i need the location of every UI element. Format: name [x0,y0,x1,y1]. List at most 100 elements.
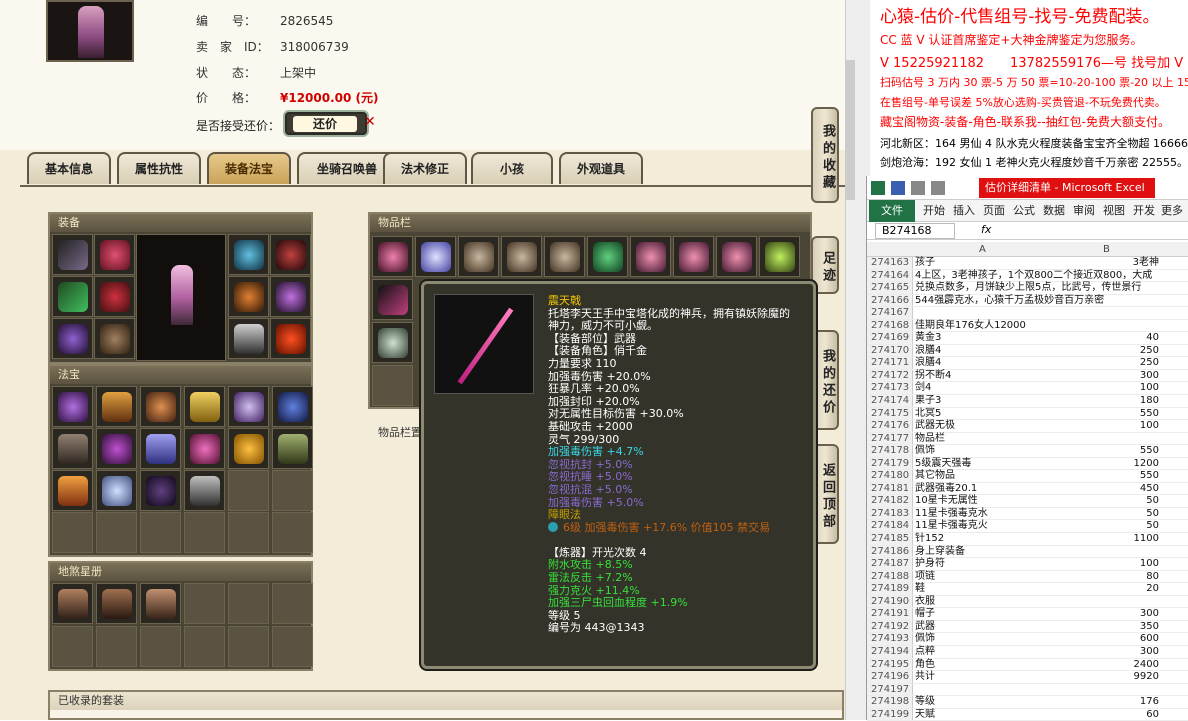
equip-slot[interactable] [52,318,93,359]
row-number[interactable]: 274186 [867,545,913,558]
tab-spell-correction[interactable]: 法术修正 [383,152,467,184]
ribbon-tab-home[interactable]: 开始 [923,200,945,222]
row-number[interactable]: 274188 [867,570,913,583]
row-number[interactable]: 274190 [867,595,913,608]
row-number[interactable]: 274170 [867,344,913,357]
row-number[interactable]: 274165 [867,282,913,294]
cell-b[interactable]: 9920 [1053,671,1159,684]
cell-b[interactable]: 50 [1053,520,1159,533]
row-number[interactable]: 274177 [867,432,913,445]
equip-slot[interactable] [228,318,269,359]
ribbon-tab-developer[interactable]: 开发 [1133,200,1155,222]
row-number[interactable]: 274192 [867,620,913,633]
cell-b[interactable]: 50 [1053,495,1159,508]
file-tab[interactable]: 文件 [869,200,915,222]
row-number[interactable]: 274194 [867,645,913,658]
equip-slot[interactable] [94,234,135,275]
row-number[interactable]: 274176 [867,420,913,432]
tab-mounts-pets[interactable]: 坐骑召唤兽 [297,152,397,184]
scrollbar[interactable] [845,60,855,200]
cell-b[interactable]: 1200 [1053,458,1159,471]
cell-a[interactable]: 佳期良年176女人12000 [915,320,1115,333]
cell-b[interactable]: 20 [1053,583,1159,596]
equip-slot[interactable] [52,276,93,317]
row-number[interactable]: 274172 [867,369,913,382]
cell-b[interactable]: 176 [1053,696,1159,709]
row-number[interactable]: 274179 [867,457,913,470]
row-number[interactable]: 274199 [867,708,913,721]
row-number[interactable]: 274195 [867,658,913,671]
cell-b[interactable]: 300 [1053,646,1159,659]
name-box[interactable]: B274168 [875,223,955,239]
tab-attributes[interactable]: 属性抗性 [117,152,201,184]
cell-b[interactable]: 100 [1053,558,1159,571]
treasure-slot[interactable] [184,428,225,469]
inventory-slot[interactable] [673,236,714,277]
inventory-slot[interactable] [630,236,671,277]
row-number[interactable]: 274187 [867,558,913,570]
treasure-slot[interactable] [272,386,313,427]
treasure-slot[interactable] [96,428,137,469]
my-favorites-button[interactable]: 我的收藏 [811,107,839,203]
cell-a[interactable]: 衣服 [915,596,1115,609]
cell-b[interactable]: 180 [1053,395,1159,408]
row-number[interactable]: 274167 [867,307,913,319]
row-number[interactable]: 274174 [867,395,913,407]
tab-child[interactable]: 小孩 [471,152,553,184]
cell-b[interactable]: 300 [1053,370,1159,383]
equip-slot[interactable] [228,234,269,275]
treasure-slot[interactable] [228,386,269,427]
cell-b[interactable]: 250 [1053,345,1159,358]
equip-slot[interactable] [270,276,311,317]
beast-slot[interactable] [140,583,181,624]
row-number[interactable]: 274169 [867,332,913,344]
inventory-slot[interactable] [372,322,413,363]
cell-a[interactable]: 544强霹克水，心猿千万孟极妙音百万亲密 [915,295,1115,308]
row-number[interactable]: 274168 [867,319,913,332]
row-number[interactable]: 274166 [867,294,913,307]
inventory-slot[interactable] [458,236,499,277]
cell-b[interactable]: 550 [1053,470,1159,483]
row-number[interactable]: 274183 [867,507,913,520]
row-number[interactable]: 274196 [867,671,913,683]
beast-slot[interactable] [96,583,137,624]
ribbon-tab-more[interactable]: 更多 [1161,200,1183,222]
equip-slot[interactable] [94,318,135,359]
ribbon-tab-page[interactable]: 页面 [983,200,1005,222]
equip-slot[interactable] [270,234,311,275]
row-number[interactable]: 274181 [867,482,913,495]
equip-slot[interactable] [270,318,311,359]
inventory-slot[interactable] [415,236,456,277]
row-number[interactable]: 274191 [867,608,913,620]
equip-slot[interactable] [94,276,135,317]
treasure-slot[interactable] [140,470,181,511]
row-number[interactable]: 274198 [867,696,913,708]
row-number[interactable]: 274173 [867,382,913,395]
treasure-slot[interactable] [96,386,137,427]
save-icon[interactable] [891,181,905,195]
cell-b[interactable]: 1100 [1053,533,1159,546]
row-number[interactable]: 274197 [867,683,913,696]
ribbon-tab-insert[interactable]: 插入 [953,200,975,222]
cell-b[interactable]: 100 [1053,382,1159,395]
inventory-slot[interactable] [544,236,585,277]
equip-slot[interactable] [228,276,269,317]
treasure-slot[interactable] [52,386,93,427]
cell-b[interactable]: 350 [1053,621,1159,634]
treasure-slot[interactable] [140,386,181,427]
ribbon-tab-view[interactable]: 视图 [1103,200,1125,222]
cell-a[interactable]: 4上区，3老神孩子，1个双800二个接近双800，大成 [915,270,1152,283]
column-header-a[interactable]: A [979,242,986,257]
row-number[interactable]: 274171 [867,357,913,369]
inventory-slot[interactable] [372,236,413,277]
inventory-slot-weapon[interactable] [372,279,413,320]
row-number[interactable]: 274185 [867,533,913,545]
ribbon-tab-formulas[interactable]: 公式 [1013,200,1035,222]
treasure-slot[interactable] [140,428,181,469]
cell-b[interactable]: 450 [1053,483,1159,496]
tab-basic-info[interactable]: 基本信息 [27,152,111,184]
cell-b[interactable]: 550 [1053,445,1159,458]
cell-a[interactable]: 兑换点数多，月饼缺少上限5点，比武号，传世景行 [915,282,1141,295]
fx-icon[interactable]: fx [981,223,991,236]
row-number[interactable]: 274163 [867,257,913,269]
